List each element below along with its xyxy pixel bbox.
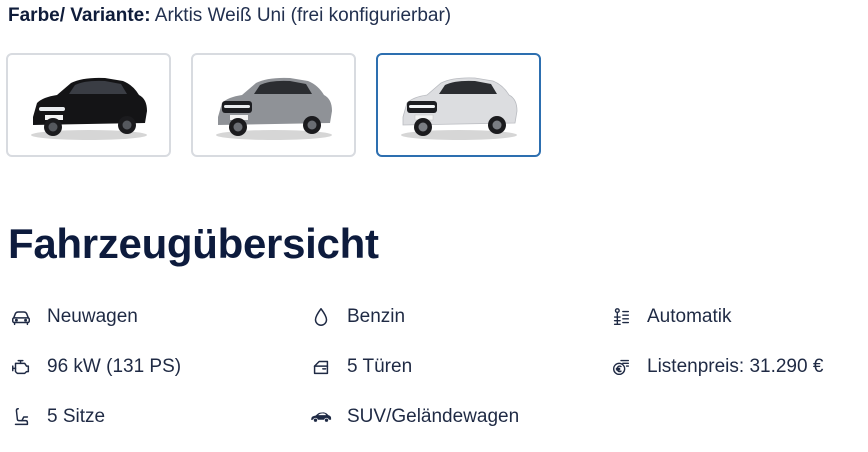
car-image-white: [400, 77, 517, 140]
color-swatch-silver[interactable]: [191, 53, 356, 157]
spec-list-price: Listenpreis: 31.290 €: [609, 354, 823, 380]
fuel-drop-icon: [309, 305, 333, 329]
spec-label: Benzin: [347, 306, 406, 327]
color-swatches: [6, 53, 541, 157]
price-tag-icon: [609, 355, 633, 379]
car-door-icon: [309, 355, 333, 379]
spec-fuel: Benzin: [309, 304, 405, 330]
spec-doors: 5 Türen: [309, 354, 412, 380]
spec-label: Neuwagen: [47, 306, 138, 327]
spec-body-type: SUV/Geländewagen: [309, 404, 519, 430]
car-seat-icon: [9, 405, 33, 429]
spec-label: Listenpreis: 31.290 €: [647, 356, 824, 377]
car-image-black: [30, 77, 147, 140]
color-swatch-white[interactable]: [376, 53, 541, 157]
spec-transmission: Automatik: [609, 304, 731, 330]
car-image-silver: [215, 77, 332, 140]
spec-label: Automatik: [647, 306, 732, 327]
spec-seats: 5 Sitze: [9, 404, 105, 430]
car-side-icon: [309, 405, 333, 429]
spec-power: 96 kW (131 PS): [9, 354, 181, 380]
variant-value: Arktis Weiß Uni (frei konfigurierbar): [154, 5, 452, 26]
engine-icon: [9, 355, 33, 379]
section-title: Fahrzeugübersicht: [8, 220, 379, 267]
gearbox-icon: [609, 305, 633, 329]
spec-label: 5 Sitze: [47, 406, 106, 427]
vehicle-overview: Farbe/ Variante: Arktis Weiß Uni (frei k…: [0, 0, 868, 452]
spec-label: SUV/Geländewagen: [347, 406, 520, 427]
spec-label: 5 Türen: [347, 356, 413, 377]
spec-label: 96 kW (131 PS): [47, 356, 182, 377]
color-swatch-black[interactable]: [6, 53, 171, 157]
variant-label: Farbe/ Variante:: [8, 5, 151, 26]
spec-condition: Neuwagen: [9, 304, 138, 330]
variant-line: Farbe/ Variante: Arktis Weiß Uni (frei k…: [8, 4, 451, 28]
car-front-icon: [9, 305, 33, 329]
